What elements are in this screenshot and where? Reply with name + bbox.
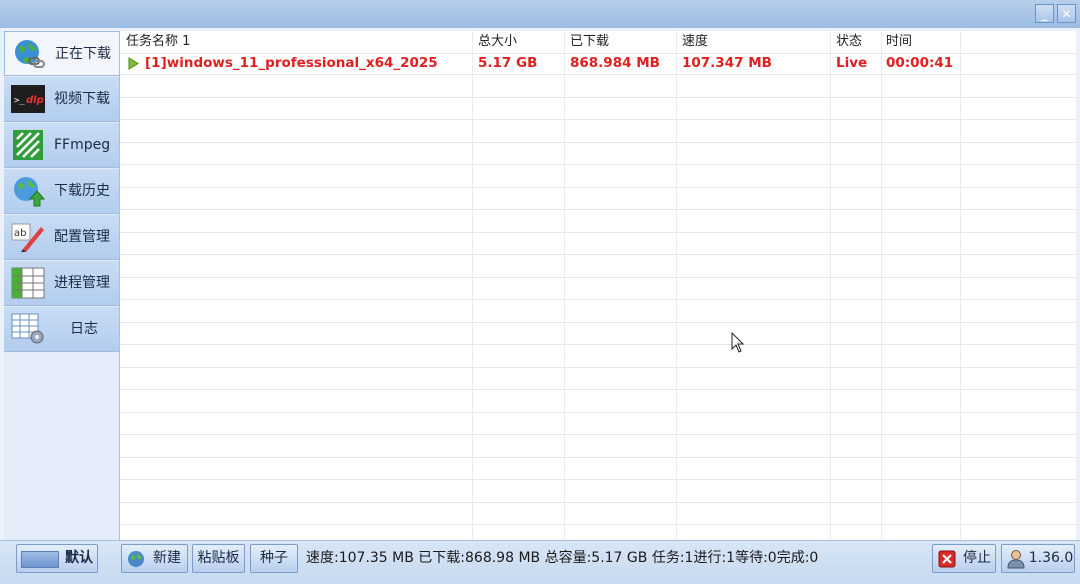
column-header-time[interactable]: 时间 xyxy=(886,31,912,53)
column-header-status[interactable]: 状态 xyxy=(836,31,862,53)
download-list: 任务名称 1 总大小 已下载 速度 状态 时间 [1]windows_11_pr… xyxy=(120,31,1076,540)
stop-icon xyxy=(938,550,956,568)
table-gear-icon xyxy=(11,313,44,344)
grid-lines xyxy=(120,31,1076,540)
title-bar xyxy=(0,0,1080,28)
sidebar-item-ffmpeg[interactable]: FFmpeg xyxy=(4,123,119,168)
sidebar-item-video-download[interactable]: >_ dlp 视频下载 xyxy=(4,77,119,122)
grid-table-icon xyxy=(11,267,45,299)
column-header-name[interactable]: 任务名称 1 xyxy=(126,31,190,53)
sidebar-item-downloading[interactable]: 正在下载 xyxy=(4,31,119,76)
version-label: 1.36.0 xyxy=(1028,550,1074,566)
task-speed: 107.347 MB xyxy=(682,55,772,71)
task-name: [1]windows_11_professional_x64_2025 xyxy=(145,55,438,71)
column-header-size[interactable]: 总大小 xyxy=(478,31,517,53)
sidebar: 正在下载 >_ dlp 视频下载 FFmpeg 下载历史 ab 配置管理 进程管… xyxy=(4,31,120,540)
task-status: Live xyxy=(836,55,868,71)
sidebar-item-label: FFmpeg xyxy=(54,137,111,153)
column-header-speed[interactable]: 速度 xyxy=(682,31,708,53)
seed-button[interactable]: 种子 xyxy=(250,544,298,573)
stop-button[interactable]: 停止 xyxy=(932,544,996,573)
minimize-button[interactable]: _ xyxy=(1035,4,1054,23)
svg-text:>_: >_ xyxy=(14,96,25,106)
sidebar-item-download-history[interactable]: 下载历史 xyxy=(4,169,119,214)
task-time: 00:00:41 xyxy=(886,55,954,71)
profile-label: 默认 xyxy=(65,550,93,566)
play-icon xyxy=(128,57,139,70)
globe-link-icon xyxy=(15,40,45,68)
stop-label: 停止 xyxy=(963,550,991,566)
sidebar-item-log[interactable]: 日志 xyxy=(4,307,119,352)
close-button[interactable]: ✕ xyxy=(1057,4,1076,23)
sidebar-item-label: 进程管理 xyxy=(54,275,110,291)
globe-up-arrow-icon xyxy=(14,177,45,207)
sidebar-item-process[interactable]: 进程管理 xyxy=(4,261,119,306)
new-globe-icon xyxy=(128,551,144,567)
profile-swatch xyxy=(21,551,59,568)
svg-text:ab: ab xyxy=(14,228,26,239)
paste-button[interactable]: 粘贴板 xyxy=(192,544,245,573)
status-summary: 速度:107.35 MB 已下载:868.98 MB 总容量:5.17 GB 任… xyxy=(306,550,819,566)
user-icon xyxy=(1007,550,1025,569)
dlp-terminal-icon: >_ dlp xyxy=(11,85,45,113)
ffmpeg-icon xyxy=(13,130,43,160)
mouse-cursor-icon xyxy=(731,332,745,353)
sidebar-item-label: 下载历史 xyxy=(54,183,110,199)
ab-edit-icon: ab xyxy=(11,223,44,252)
profile-default-button[interactable]: 默认 xyxy=(16,544,98,573)
svg-text:dlp: dlp xyxy=(26,95,44,106)
new-label: 新建 xyxy=(153,550,181,566)
column-header-downloaded[interactable]: 已下载 xyxy=(570,31,609,53)
sidebar-item-label: 配置管理 xyxy=(54,229,110,245)
sidebar-item-label: 日志 xyxy=(70,321,98,337)
task-downloaded: 868.984 MB xyxy=(570,55,660,71)
sidebar-item-config[interactable]: ab 配置管理 xyxy=(4,215,119,260)
sidebar-item-label: 正在下载 xyxy=(55,46,111,62)
sidebar-item-label: 视频下载 xyxy=(54,91,110,107)
task-size: 5.17 GB xyxy=(478,55,538,71)
version-button[interactable]: 1.36.0 xyxy=(1001,544,1075,573)
new-task-button[interactable]: 新建 xyxy=(121,544,188,573)
